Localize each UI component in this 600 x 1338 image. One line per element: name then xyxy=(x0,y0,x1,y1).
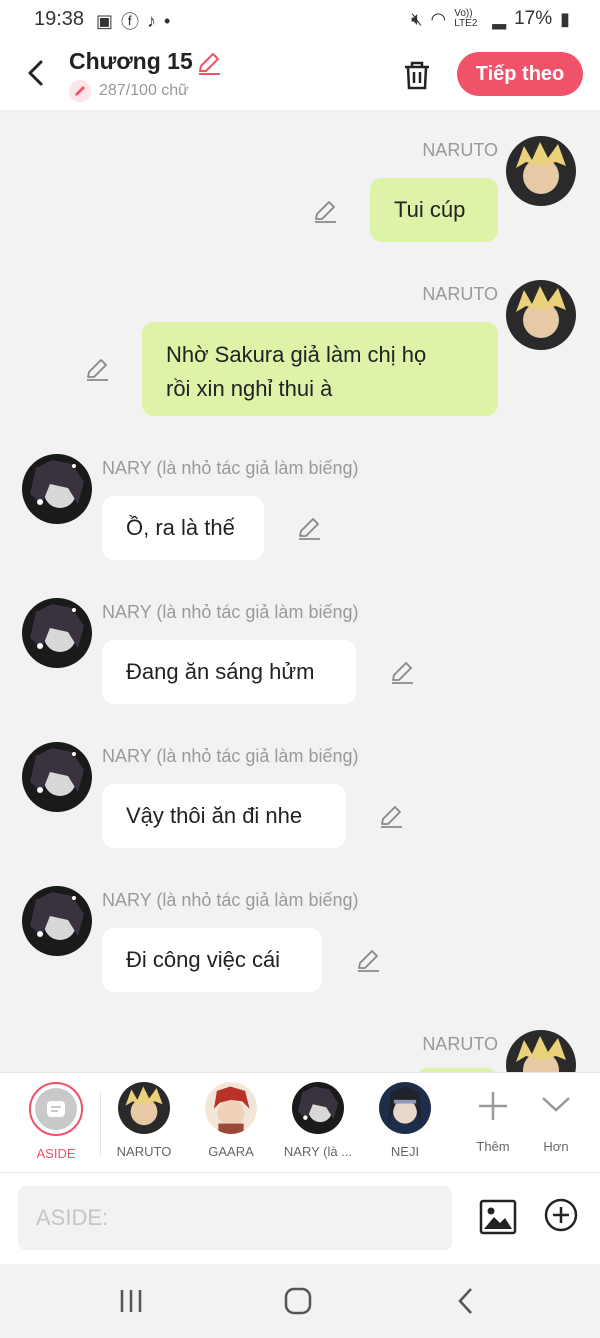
edit-message-icon[interactable] xyxy=(378,803,404,829)
dot-icon: • xyxy=(164,10,171,31)
mute-icon: 🔇︎ xyxy=(411,8,423,29)
sender-name: NARY (là nhỏ tác giả làm biếng) xyxy=(102,746,359,766)
naruto-avatar[interactable] xyxy=(506,280,576,350)
aside-selected-ring xyxy=(29,1082,83,1136)
notification-icons: ▣ ⓕ ♪ • xyxy=(96,8,170,34)
add-circle-icon[interactable] xyxy=(543,1197,579,1233)
image-icon[interactable] xyxy=(478,1197,518,1237)
more-button[interactable]: Hơn xyxy=(516,1082,596,1154)
more-label: Hơn xyxy=(543,1139,569,1154)
message-bubble[interactable]: Ồ, ra là thế xyxy=(102,496,264,560)
character-nary[interactable]: NARY (là ... xyxy=(278,1082,358,1159)
chapter-title[interactable]: Chương 15 xyxy=(69,48,193,75)
message-text: Nhờ Sakura giả làm chị họ xyxy=(166,342,427,367)
message-bubble[interactable]: Nhờ Sakura giả làm chị họ rồi xin nghỉ t… xyxy=(142,322,498,416)
naruto-avatar[interactable] xyxy=(506,136,576,206)
battery-percent: 17% xyxy=(514,8,553,29)
aside-icon xyxy=(35,1088,77,1130)
next-chapter-button[interactable]: Tiếp theo xyxy=(457,52,583,96)
message-text: Đang ăn sáng hửm xyxy=(126,659,315,684)
edit-message-icon[interactable] xyxy=(84,356,110,382)
trash-icon[interactable] xyxy=(400,58,434,92)
character-naruto[interactable]: NARUTO xyxy=(104,1082,184,1159)
sender-name: NARUTO xyxy=(422,140,498,160)
nary-avatar[interactable] xyxy=(22,598,92,668)
message-input[interactable]: ASIDE: xyxy=(18,1186,452,1250)
message-bubble[interactable]: Đi công việc cái xyxy=(102,928,322,992)
back-nav-icon[interactable] xyxy=(450,1286,484,1316)
naruto-avatar xyxy=(118,1082,170,1134)
character-neji[interactable]: NEJI xyxy=(365,1082,445,1159)
pencil-icon xyxy=(69,80,91,102)
sender-name: NARY (là nhỏ tác giả làm biếng) xyxy=(102,890,359,910)
sender-name: NARUTO xyxy=(422,1034,498,1054)
naruto-avatar[interactable] xyxy=(506,1030,576,1072)
message-text: Đi công việc cái xyxy=(126,947,281,972)
tiktok-icon: ♪ xyxy=(147,10,157,31)
word-count: 287/100 chữ xyxy=(69,80,189,102)
neji-avatar xyxy=(379,1082,431,1134)
message-bubble[interactable]: Vậy thôi ăn đi nhe xyxy=(102,784,346,848)
message-bubble[interactable]: Đang ăn sáng hửm xyxy=(102,640,356,704)
signal-icon: ▂ xyxy=(492,8,507,29)
gallery-icon: ▣ xyxy=(96,10,114,31)
divider xyxy=(100,1092,101,1156)
message-text: rồi xin nghỉ thui à xyxy=(166,376,333,401)
character-label: ASIDE xyxy=(36,1146,76,1161)
facebook-icon: ⓕ xyxy=(121,12,140,32)
battery-icon: ▮ xyxy=(560,8,570,29)
character-aside[interactable]: ASIDE xyxy=(16,1082,96,1161)
sender-name: NARY (là nhỏ tác giả làm biếng) xyxy=(102,458,359,478)
status-bar: 19:38 ▣ ⓕ ♪ • 🔇︎ ◠ Vo)) LTE2 ▂ 17% ▮ xyxy=(0,0,600,40)
gaara-avatar xyxy=(205,1082,257,1134)
nary-avatar xyxy=(292,1082,344,1134)
chevron-down-icon xyxy=(542,1097,570,1112)
plus-icon xyxy=(479,1092,507,1120)
nary-avatar[interactable] xyxy=(22,454,92,524)
edit-title-icon[interactable] xyxy=(196,50,222,76)
chat-area[interactable]: NARUTO Tui cúp NARUTO Nhờ Sakura giả làm… xyxy=(0,110,600,1072)
edit-message-icon[interactable] xyxy=(355,947,381,973)
message-text: Vậy thôi ăn đi nhe xyxy=(126,803,303,828)
status-time: 19:38 xyxy=(34,8,85,30)
message-text: Ồ, ra là thế xyxy=(126,515,235,540)
sender-name: NARY (là nhỏ tác giả làm biếng) xyxy=(102,602,359,622)
message-bubble[interactable]: Tui cúp xyxy=(370,178,498,242)
character-label: GAARA xyxy=(208,1144,254,1159)
back-arrow-icon[interactable] xyxy=(22,58,52,88)
character-label: NEJI xyxy=(390,1144,420,1159)
message-text: Tui cúp xyxy=(394,197,466,222)
character-gaara[interactable]: GAARA xyxy=(191,1082,271,1159)
word-count-text: 287/100 chữ xyxy=(99,82,189,99)
sender-name: NARUTO xyxy=(422,284,498,304)
character-label: NARY (là ... xyxy=(283,1144,353,1159)
network-label: Vo)) LTE2 xyxy=(454,8,478,29)
edit-message-icon[interactable] xyxy=(296,515,322,541)
nary-avatar[interactable] xyxy=(22,742,92,812)
system-icons: 🔇︎ ◠ Vo)) LTE2 ▂ 17% ▮ xyxy=(411,8,570,30)
wifi-icon: ◠ xyxy=(430,8,447,29)
nary-avatar[interactable] xyxy=(22,886,92,956)
recent-apps-icon[interactable] xyxy=(114,1286,148,1316)
home-icon[interactable] xyxy=(281,1286,315,1316)
edit-message-icon[interactable] xyxy=(312,198,338,224)
character-label: NARUTO xyxy=(116,1144,172,1159)
edit-message-icon[interactable] xyxy=(389,659,415,685)
